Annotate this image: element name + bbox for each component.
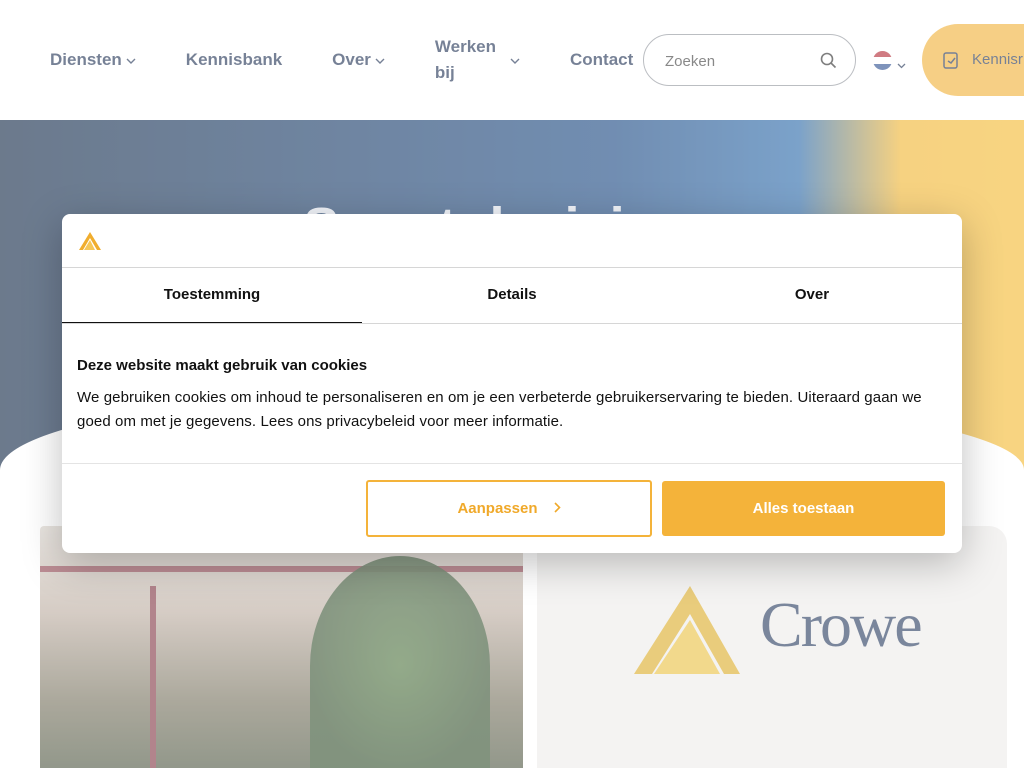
customize-button[interactable]: Aanpassen <box>366 480 652 537</box>
allow-all-button-label: Alles toestaan <box>752 500 855 517</box>
tab-details[interactable]: Details <box>362 268 662 324</box>
cookie-tabs: Toestemming Details Over <box>62 268 962 324</box>
divider <box>62 463 962 464</box>
tab-over[interactable]: Over <box>662 268 962 324</box>
tab-toestemming[interactable]: Toestemming <box>62 268 362 324</box>
chevron-right-icon <box>553 500 561 517</box>
divider <box>62 323 962 324</box>
cookie-heading: Deze website maakt gebruik van cookies <box>77 357 368 374</box>
crowe-logo-icon <box>78 231 102 256</box>
customize-button-label: Aanpassen <box>457 500 538 517</box>
allow-all-button[interactable]: Alles toestaan <box>662 481 945 536</box>
cookie-consent-dialog: Toestemming Details Over Deze website ma… <box>62 214 962 553</box>
cookie-body-text: We gebruiken cookies om inhoud te person… <box>77 389 922 430</box>
